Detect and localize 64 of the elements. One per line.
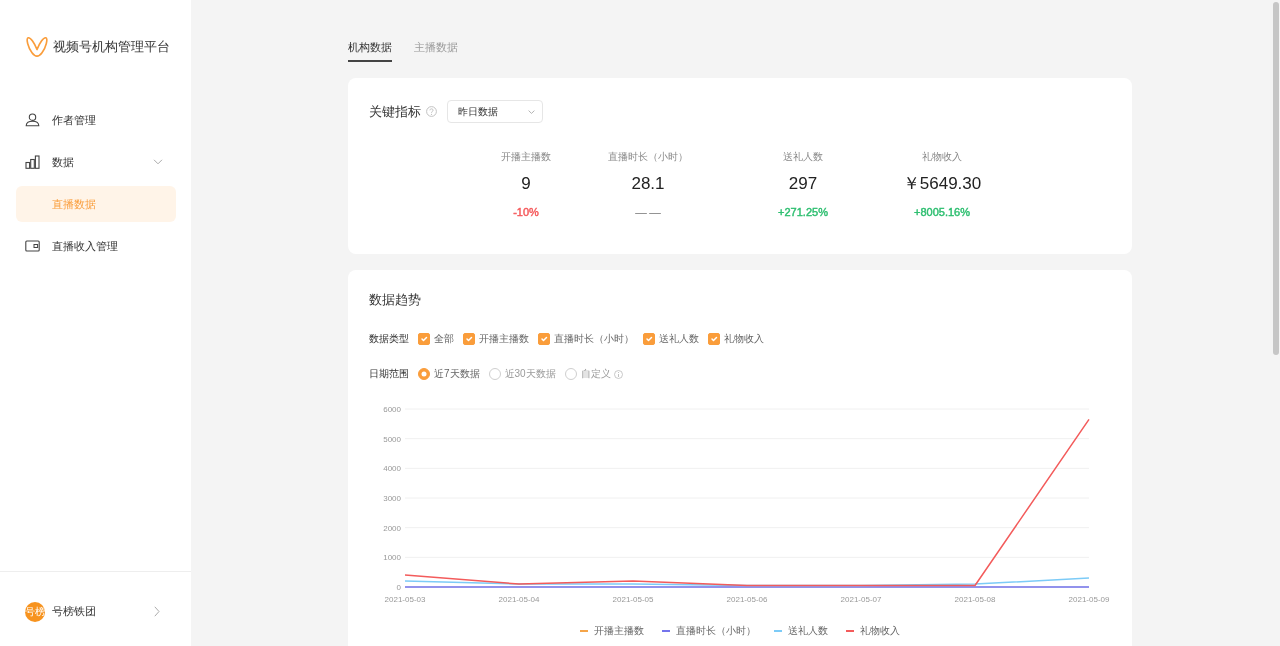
axis-label: 2021-05-03	[384, 595, 426, 604]
axis-label: 2021-05-05	[612, 595, 654, 604]
metric-label: 直播时长（小时）	[608, 150, 688, 163]
period-select[interactable]: 昨日数据	[447, 100, 543, 123]
radio-label[interactable]: 近7天数据	[434, 366, 480, 382]
metric-label: 送礼人数	[783, 150, 823, 163]
legend-item[interactable]: 直播时长（小时）	[662, 624, 756, 637]
metric-label: 礼物收入	[922, 150, 962, 163]
legend-item[interactable]: 开播主播数	[580, 624, 644, 637]
metric-label: 开播主播数	[501, 150, 551, 163]
metric-change: — —	[635, 205, 661, 219]
axis-label: 3000	[383, 494, 401, 503]
sidebar-item[interactable]: 数据	[16, 144, 176, 180]
axis-label: 2021-05-08	[954, 595, 996, 604]
axis-label: 2021-05-07	[840, 595, 882, 604]
axis-label: 5000	[383, 434, 401, 444]
metric-change: +271.25%	[778, 205, 828, 219]
account-avatar: 号榜	[25, 601, 45, 622]
metric-value: 297	[788, 173, 818, 195]
radio-button[interactable]	[564, 368, 577, 380]
checkbox[interactable]	[418, 333, 430, 345]
checkbox[interactable]	[708, 333, 720, 345]
axis-label: 2021-05-09	[1068, 595, 1110, 604]
filter-label: 日期范围	[369, 367, 409, 381]
bar-chart-icon	[25, 155, 40, 169]
axis-label: 4000	[383, 464, 401, 474]
axis-label: 0	[396, 583, 401, 592]
caret-icon	[528, 109, 535, 114]
chevron-right-icon[interactable]	[154, 606, 160, 617]
metric-value: 28.1	[631, 173, 665, 195]
checkbox-label[interactable]: 直播时长（小时）	[554, 331, 634, 347]
legend-item[interactable]: 送礼人数	[774, 624, 828, 637]
user-icon	[25, 113, 40, 127]
wallet-icon	[25, 239, 40, 253]
axis-label: 2021-05-04	[498, 595, 540, 604]
app-title: 视频号机构管理平台	[53, 38, 170, 56]
checkbox[interactable]	[538, 333, 550, 345]
account-name[interactable]: 号榜铁团	[52, 603, 96, 620]
checkbox-label[interactable]: 送礼人数	[659, 331, 699, 347]
metric-change: -10%	[513, 205, 539, 219]
sidebar-item[interactable]: 直播收入管理	[16, 228, 176, 264]
axis-label: 6000	[383, 405, 401, 414]
checkbox-label[interactable]: 全部	[434, 331, 454, 347]
axis-label: 2000	[383, 523, 401, 533]
logo-icon	[25, 36, 49, 58]
tab[interactable]: 机构数据	[348, 39, 392, 62]
radio-button[interactable]	[488, 368, 501, 380]
checkbox-label[interactable]: 礼物收入	[724, 331, 764, 347]
metric-value: ￥5649.30	[902, 173, 982, 195]
checkbox[interactable]	[643, 333, 655, 345]
scrollbar-thumb[interactable]	[1273, 2, 1279, 355]
filter-label: 数据类型	[369, 332, 409, 346]
section-title: 关键指标	[369, 102, 421, 121]
metric-value: 9	[521, 173, 531, 195]
radio-button[interactable]	[418, 368, 430, 380]
checkbox-label[interactable]: 开播主播数	[479, 331, 529, 347]
metric-change: +8005.16%	[914, 205, 970, 219]
checkbox[interactable]	[463, 333, 475, 345]
legend-item[interactable]: 礼物收入	[846, 624, 900, 637]
section-title: 数据趋势	[369, 291, 422, 309]
axis-label: 1000	[383, 553, 401, 563]
help-icon	[426, 106, 437, 117]
sidebar-item[interactable]: 作者管理	[16, 102, 176, 138]
axis-label: 2021-05-06	[726, 595, 768, 604]
